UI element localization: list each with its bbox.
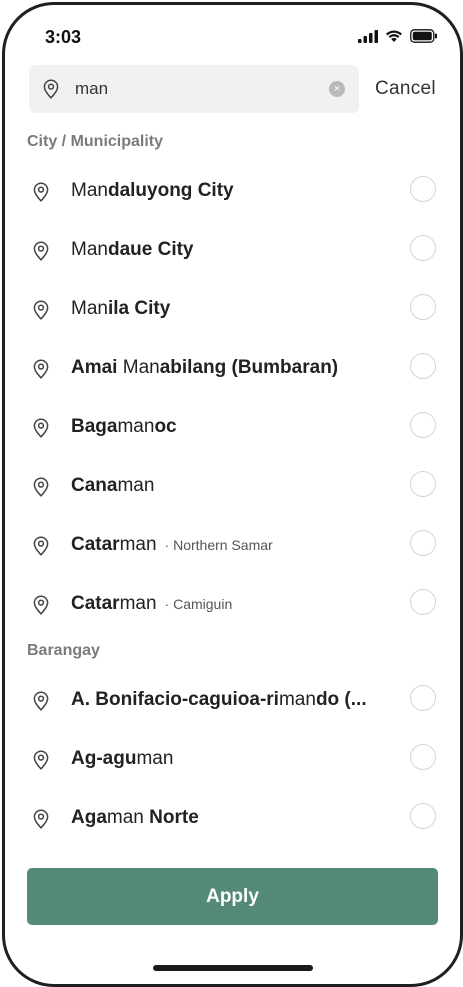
status-bar: 3:03 (5, 5, 460, 65)
label-bold-segment: daue City (107, 239, 194, 260)
radio-button[interactable] (410, 803, 436, 829)
label-match-segment: man (119, 593, 157, 614)
radio-button[interactable] (410, 589, 436, 615)
list-item[interactable]: A. Bonifacio-caguioa-rimando (... (5, 671, 460, 729)
label-bold-segment: Amai (71, 357, 123, 378)
radio-button[interactable] (410, 685, 436, 711)
label-bold-segment: Catar (71, 593, 120, 614)
wifi-icon (386, 30, 402, 42)
label-bold-segment: ila City (107, 298, 171, 319)
radio-button[interactable] (410, 294, 436, 320)
label-bold-segment: Baga (71, 416, 118, 437)
label-match-segment: man (106, 807, 150, 828)
battery-icon (410, 29, 437, 43)
list-item[interactable]: Amai Manabilang (Bumbaran) (5, 339, 460, 397)
label-match-segment: man (278, 689, 316, 710)
location-pin-icon (33, 595, 49, 620)
apply-button[interactable]: Apply (27, 868, 438, 925)
cancel-button[interactable]: Cancel (375, 78, 436, 100)
search-row: × Cancel (29, 65, 449, 113)
label-match-segment: man (117, 416, 155, 437)
radio-button[interactable] (410, 353, 436, 379)
label-match-segment: Man (71, 298, 108, 319)
location-pin-icon (33, 691, 49, 716)
location-pin-icon (33, 477, 49, 502)
location-pin-icon (33, 182, 49, 207)
label-match-segment: Man (71, 239, 108, 260)
location-pin-icon (33, 241, 49, 266)
location-pin-icon (33, 750, 49, 775)
label-bold-segment: A. Bonifacio-caguioa-ri (71, 689, 279, 710)
list-item[interactable]: Agaman Norte (5, 789, 460, 847)
search-box[interactable]: × (29, 65, 359, 113)
clear-search-icon[interactable]: × (329, 81, 345, 97)
item-label: Catarman · Camiguin (71, 593, 232, 615)
list-item[interactable]: Catarman · Camiguin (5, 575, 460, 633)
item-label: Mandaue City (71, 239, 194, 261)
search-input[interactable] (75, 65, 315, 113)
label-match-segment: man (136, 748, 174, 769)
item-label: Agaman Norte (71, 807, 199, 829)
label-bold-segment: abilang (Bumbaran) (159, 357, 339, 378)
label-match-segment: Man (71, 180, 108, 201)
list-item[interactable]: Mandaluyong City (5, 162, 460, 220)
radio-button[interactable] (410, 412, 436, 438)
signal-icon (358, 29, 378, 43)
list-item[interactable]: Bagamanoc (5, 398, 460, 456)
status-icons (358, 29, 438, 43)
item-sublabel: · Camiguin (164, 596, 233, 612)
label-bold-segment: Norte (149, 807, 199, 828)
location-pin-icon (33, 809, 49, 834)
location-pin-icon (33, 359, 49, 384)
radio-button[interactable] (410, 176, 436, 202)
label-match-segment: man (117, 475, 155, 496)
location-pin-icon (43, 79, 59, 99)
section-header-barangay: Barangay (27, 642, 100, 659)
item-label: Amai Manabilang (Bumbaran) (71, 357, 338, 379)
phone-frame: 3:03 man × Cancel City / Municipality Ma… (2, 2, 463, 987)
location-pin-icon (33, 536, 49, 561)
list-item[interactable]: Mandaue City (5, 221, 460, 279)
radio-button[interactable] (410, 235, 436, 261)
radio-button[interactable] (410, 744, 436, 770)
list-item[interactable]: Catarman · Northern Samar (5, 516, 460, 574)
label-match-segment: man (119, 534, 157, 555)
item-label: A. Bonifacio-caguioa-rimando (... (71, 689, 367, 711)
section-header-city: City / Municipality (27, 133, 164, 150)
item-label: Canaman (71, 475, 154, 497)
label-bold-segment: oc (154, 416, 177, 437)
location-pin-icon (33, 418, 49, 443)
item-label: Ag-aguman (71, 748, 173, 770)
label-bold-segment: Catar (71, 534, 120, 555)
label-bold-segment: Ag-agu (71, 748, 137, 769)
label-bold-segment: Aga (71, 807, 107, 828)
radio-button[interactable] (410, 471, 436, 497)
radio-button[interactable] (410, 530, 436, 556)
location-pin-icon (33, 300, 49, 325)
status-time: 3:03 (45, 27, 82, 47)
item-label: Catarman · Northern Samar (71, 534, 273, 556)
list-item[interactable]: Canaman (5, 457, 460, 515)
label-bold-segment: Cana (71, 475, 118, 496)
item-label: Bagamanoc (71, 416, 177, 438)
list-item[interactable]: Manila City (5, 280, 460, 338)
home-indicator (153, 965, 313, 971)
list-item[interactable]: Ag-aguman (5, 730, 460, 788)
label-match-segment: Man (122, 357, 160, 378)
item-label: Mandaluyong City (71, 180, 234, 202)
label-bold-segment: do (... (315, 689, 367, 710)
item-label: Manila City (71, 298, 170, 320)
label-bold-segment: daluyong City (107, 180, 234, 201)
item-sublabel: · Northern Samar (164, 537, 273, 553)
